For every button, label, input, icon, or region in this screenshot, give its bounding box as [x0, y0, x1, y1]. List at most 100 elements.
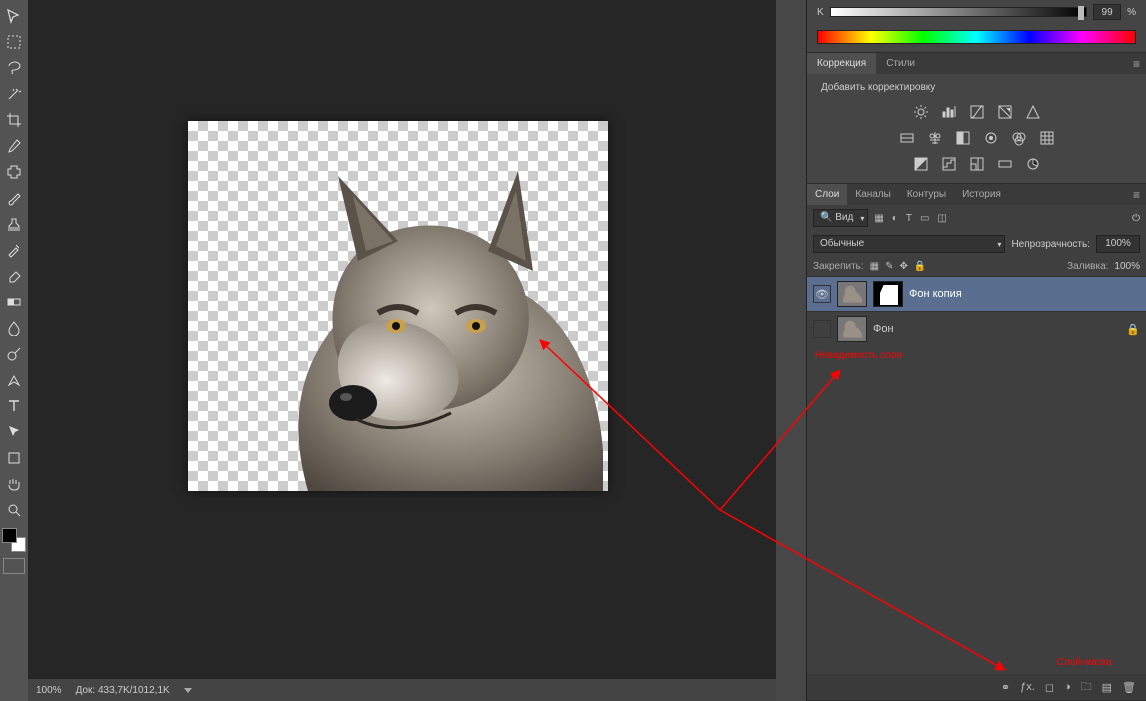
color-spectrum[interactable]: [817, 30, 1136, 44]
collapsed-panels: [776, 0, 806, 701]
lock-all-icon[interactable]: 🔒: [914, 261, 926, 272]
adj-vibrance-icon[interactable]: [1024, 103, 1042, 121]
heal-tool-icon[interactable]: [2, 160, 26, 184]
layer-name[interactable]: Фон копия: [909, 288, 1140, 300]
pen-tool-icon[interactable]: [2, 368, 26, 392]
crop-tool-icon[interactable]: [2, 108, 26, 132]
delete-layer-icon[interactable]: 🗑: [1122, 681, 1136, 694]
shape-tool-icon[interactable]: [2, 446, 26, 470]
new-group-icon[interactable]: 🗀: [1081, 678, 1092, 697]
tab-adjustments[interactable]: Коррекция: [807, 53, 876, 74]
layer-name[interactable]: Фон: [873, 323, 1120, 335]
wand-tool-icon[interactable]: [2, 82, 26, 106]
tab-paths[interactable]: Контуры: [899, 184, 954, 205]
adj-gradmap-icon[interactable]: [996, 155, 1014, 173]
adj-brightness-icon[interactable]: [912, 103, 930, 121]
color-value[interactable]: 99: [1093, 4, 1121, 20]
adj-invert-icon[interactable]: [912, 155, 930, 173]
tab-history[interactable]: История: [954, 184, 1009, 205]
layers-panel: ≡ Слои Каналы Контуры История 🔍 Вид ▦ ◐ …: [807, 184, 1146, 701]
brush-tool-icon[interactable]: [2, 186, 26, 210]
adj-bw-icon[interactable]: [954, 129, 972, 147]
document[interactable]: [188, 121, 608, 491]
opacity-value[interactable]: 100%: [1096, 235, 1140, 253]
opacity-label: Непрозрачность:: [1011, 239, 1090, 250]
lasso-tool-icon[interactable]: [2, 56, 26, 80]
adj-channelmixer-icon[interactable]: [1010, 129, 1028, 147]
filter-toggle-icon[interactable]: ⏻: [1132, 213, 1140, 224]
adj-posterize-icon[interactable]: [940, 155, 958, 173]
lock-label: Закрепить:: [813, 261, 864, 272]
layer-row[interactable]: Фон 🔒: [807, 311, 1146, 346]
hand-tool-icon[interactable]: [2, 472, 26, 496]
adj-selective-icon[interactable]: [1024, 155, 1042, 173]
fill-label: Заливка:: [1067, 261, 1108, 272]
adj-levels-icon[interactable]: [940, 103, 958, 121]
lock-pos-icon[interactable]: ✥: [900, 261, 908, 272]
history-brush-tool-icon[interactable]: [2, 238, 26, 262]
adj-colorlookup-icon[interactable]: [1038, 129, 1056, 147]
color-panel: K 99 %: [807, 0, 1146, 53]
quickmask-toggle[interactable]: [3, 558, 25, 574]
stamp-tool-icon[interactable]: [2, 212, 26, 236]
new-layer-icon[interactable]: ▤: [1102, 681, 1112, 694]
status-bar: 100% Док: 433,7K/1012,1K: [28, 679, 776, 701]
filter-shape-icon[interactable]: ▭: [920, 213, 929, 224]
color-swatches[interactable]: [2, 528, 26, 552]
annotation-mask: Слой-маска: [1057, 657, 1112, 668]
gradient-tool-icon[interactable]: [2, 290, 26, 314]
link-layers-icon[interactable]: ⚭: [1001, 681, 1010, 694]
adjustments-panel: ≡ Коррекция Стили Добавить корректировку: [807, 53, 1146, 184]
color-slider[interactable]: [830, 7, 1087, 17]
add-mask-icon[interactable]: ◻: [1045, 681, 1054, 694]
layer-thumb[interactable]: [837, 281, 867, 307]
lock-icon: 🔒: [1126, 323, 1140, 336]
adj-colorbalance-icon[interactable]: [926, 129, 944, 147]
zoom-tool-icon[interactable]: [2, 498, 26, 522]
new-adjustment-icon[interactable]: ◑: [1064, 681, 1071, 693]
annotation-visibility: Невидимость слоя: [815, 350, 902, 361]
status-menu-icon[interactable]: [184, 688, 192, 693]
color-channel-label: K: [817, 7, 824, 18]
toolbar: [0, 0, 28, 701]
dodge-tool-icon[interactable]: [2, 342, 26, 366]
zoom-level[interactable]: 100%: [36, 685, 62, 696]
tab-channels[interactable]: Каналы: [847, 184, 899, 205]
fill-value[interactable]: 100%: [1114, 261, 1140, 272]
visibility-toggle[interactable]: [813, 320, 831, 338]
layer-thumb[interactable]: [837, 316, 867, 342]
tab-layers[interactable]: Слои: [807, 184, 847, 205]
layer-mask-thumb[interactable]: [873, 281, 903, 307]
lock-paint-icon[interactable]: ✎: [885, 261, 893, 272]
type-tool-icon[interactable]: [2, 394, 26, 418]
filter-adjust-icon[interactable]: ◐: [892, 213, 898, 224]
panel-menu-icon[interactable]: ≡: [1133, 188, 1140, 202]
move-tool-icon[interactable]: [2, 4, 26, 28]
layers-footer: ⚭ ƒx. ◻ ◑ 🗀 ▤ 🗑: [807, 674, 1146, 700]
adj-photofilter-icon[interactable]: [982, 129, 1000, 147]
doc-info: Док: 433,7K/1012,1K: [76, 685, 170, 696]
lock-trans-icon[interactable]: ▦: [870, 261, 879, 272]
path-select-tool-icon[interactable]: [2, 420, 26, 444]
filter-type-icon[interactable]: T: [906, 213, 912, 224]
blend-mode-select[interactable]: Обычные: [813, 235, 1005, 253]
tab-styles[interactable]: Стили: [876, 53, 925, 74]
eraser-tool-icon[interactable]: [2, 264, 26, 288]
adj-hue-icon[interactable]: [898, 129, 916, 147]
visibility-toggle[interactable]: 👁: [813, 285, 831, 303]
marquee-tool-icon[interactable]: [2, 30, 26, 54]
filter-pixel-icon[interactable]: ▦: [874, 213, 883, 224]
filter-smart-icon[interactable]: ◫: [937, 213, 946, 224]
canvas-area: 100% Док: 433,7K/1012,1K: [28, 0, 776, 701]
adj-curves-icon[interactable]: [968, 103, 986, 121]
fx-icon[interactable]: ƒx.: [1020, 681, 1035, 693]
blur-tool-icon[interactable]: [2, 316, 26, 340]
percent-label: %: [1127, 7, 1136, 18]
adj-threshold-icon[interactable]: [968, 155, 986, 173]
eyedropper-tool-icon[interactable]: [2, 134, 26, 158]
layers-list: 👁 Фон копия Фон 🔒: [807, 276, 1146, 346]
layer-filter-kind[interactable]: 🔍 Вид: [813, 209, 868, 227]
adj-exposure-icon[interactable]: [996, 103, 1014, 121]
panel-menu-icon[interactable]: ≡: [1133, 57, 1140, 71]
layer-row[interactable]: 👁 Фон копия: [807, 276, 1146, 311]
